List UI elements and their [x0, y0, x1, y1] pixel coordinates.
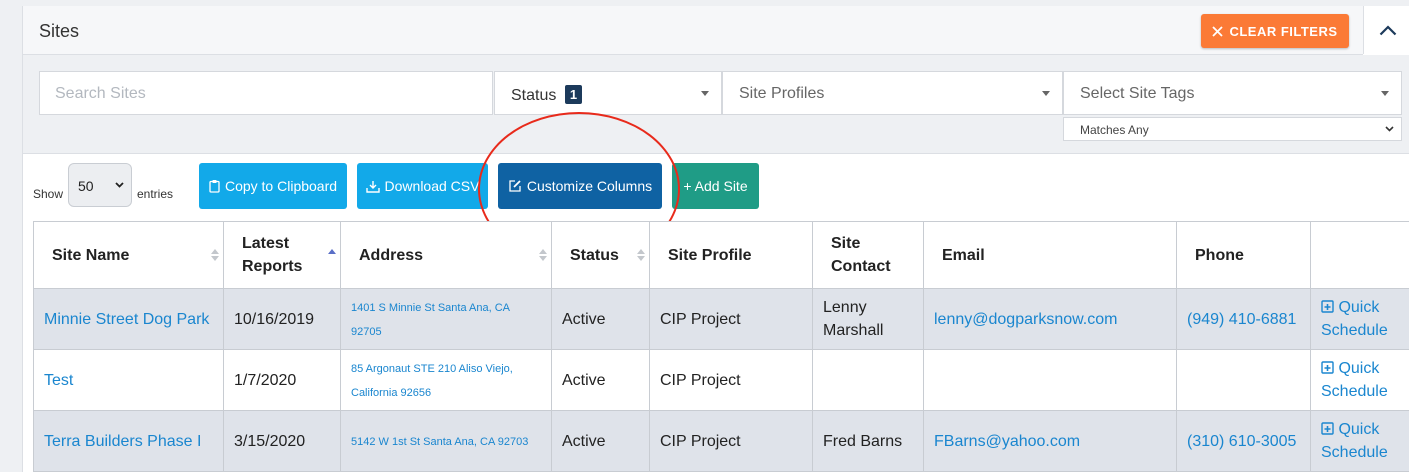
- add-site-button[interactable]: + Add Site: [672, 163, 759, 209]
- column-header-email[interactable]: Email: [923, 221, 1177, 289]
- clear-filters-button[interactable]: CLEAR FILTERS: [1201, 14, 1349, 48]
- sort-icon: [637, 249, 645, 261]
- quick-schedule-link[interactable]: Quick Schedule: [1321, 296, 1399, 342]
- show-label: Show: [33, 187, 64, 201]
- customize-columns-label: Customize Columns: [526, 178, 653, 194]
- column-header-site-profile[interactable]: Site Profile: [649, 221, 813, 289]
- table-row: Minnie Street Dog Park 10/16/2019 1401 S…: [33, 288, 1409, 350]
- site-name-link[interactable]: Terra Builders Phase I: [44, 433, 201, 450]
- column-header-status[interactable]: Status: [551, 221, 650, 289]
- clear-filters-label: CLEAR FILTERS: [1229, 23, 1338, 39]
- site-profiles-placeholder: Site Profiles: [739, 85, 825, 102]
- site-contact-cell: Lenny Marshall: [812, 288, 924, 350]
- column-header-latest-reports[interactable]: Latest Reports: [223, 221, 341, 289]
- phone-link[interactable]: (949) 410-6881: [1187, 311, 1296, 328]
- close-icon: [1212, 25, 1224, 37]
- sort-icon: [539, 249, 547, 261]
- column-header-site-contact[interactable]: Site Contact: [812, 221, 924, 289]
- sites-table: Site Name Latest Reports Address Status …: [33, 221, 1409, 472]
- sort-icon: [328, 249, 336, 261]
- address-link[interactable]: 1401 S Minnie St Santa Ana, CA 92705: [351, 302, 509, 338]
- calendar-plus-icon: [1321, 422, 1334, 435]
- table-header-row: Site Name Latest Reports Address Status …: [33, 221, 1409, 289]
- chevron-down-icon: [1385, 126, 1394, 132]
- caret-down-icon: [1381, 91, 1389, 96]
- site-profile-cell: CIP Project: [649, 349, 813, 411]
- email-link[interactable]: lenny@dogparksnow.com: [934, 311, 1117, 328]
- site-profile-cell: CIP Project: [649, 410, 813, 472]
- copy-to-clipboard-button[interactable]: Copy to Clipboard: [199, 163, 347, 209]
- entries-label: entries: [137, 187, 174, 201]
- site-name-link[interactable]: Test: [44, 372, 73, 389]
- status-filter-label: Status: [511, 87, 557, 104]
- site-profiles-dropdown[interactable]: Site Profiles: [722, 71, 1063, 115]
- column-header-site-name[interactable]: Site Name: [33, 221, 224, 289]
- table-row: Test 1/7/2020 85 Argonaut STE 210 Aliso …: [33, 349, 1409, 411]
- column-header-actions: [1310, 221, 1409, 289]
- address-link[interactable]: 5142 W 1st St Santa Ana, CA 92703: [351, 436, 528, 448]
- clipboard-icon: [209, 180, 220, 193]
- site-contact-cell: Fred Barns: [812, 410, 924, 472]
- site-contact-cell: [812, 349, 924, 411]
- status-filter-dropdown[interactable]: Status 1: [494, 71, 722, 115]
- status-count-badge: 1: [564, 85, 583, 104]
- email-link[interactable]: FBarns@yahoo.com: [934, 433, 1080, 450]
- calendar-plus-icon: [1321, 300, 1334, 313]
- entries-per-page-value: 50: [78, 178, 94, 194]
- status-cell: Active: [551, 349, 650, 411]
- latest-reports-cell: 3/15/2020: [223, 410, 341, 472]
- column-header-phone[interactable]: Phone: [1176, 221, 1311, 289]
- site-profile-cell: CIP Project: [649, 288, 813, 350]
- site-name-link[interactable]: Minnie Street Dog Park: [44, 311, 209, 328]
- chevron-up-icon: [1379, 24, 1396, 35]
- table-row: Terra Builders Phase I 3/15/2020 5142 W …: [33, 410, 1409, 472]
- edit-icon: [509, 180, 521, 192]
- site-tags-dropdown[interactable]: Select Site Tags: [1063, 71, 1402, 115]
- panel-header: Sites CLEAR FILTERS: [23, 6, 1363, 55]
- address-link[interactable]: 85 Argonaut STE 210 Aliso Viejo, Califor…: [351, 363, 513, 399]
- calendar-plus-icon: [1321, 361, 1334, 374]
- download-csv-button[interactable]: Download CSV: [357, 163, 488, 209]
- entries-per-page-select[interactable]: 50: [68, 163, 132, 207]
- caret-down-icon: [701, 91, 709, 96]
- caret-down-icon: [1042, 91, 1050, 96]
- search-input[interactable]: Search Sites: [39, 71, 493, 115]
- latest-reports-cell: 10/16/2019: [223, 288, 341, 350]
- latest-reports-cell: 1/7/2020: [223, 349, 341, 411]
- status-cell: Active: [551, 288, 650, 350]
- customize-columns-button[interactable]: Customize Columns: [498, 163, 662, 209]
- quick-schedule-link[interactable]: Quick Schedule: [1321, 357, 1399, 403]
- sort-icon: [211, 249, 219, 261]
- tag-match-select[interactable]: Matches Any: [1063, 117, 1402, 141]
- site-tags-placeholder: Select Site Tags: [1080, 85, 1195, 102]
- download-csv-label: Download CSV: [384, 178, 480, 194]
- status-cell: Active: [551, 410, 650, 472]
- quick-schedule-link[interactable]: Quick Schedule: [1321, 418, 1399, 464]
- copy-to-clipboard-label: Copy to Clipboard: [224, 178, 338, 194]
- table-toolbar: Show 50 entries Copy to Clipboard Downlo…: [23, 163, 1409, 217]
- page-title: Sites: [39, 21, 80, 41]
- tag-match-value: Matches Any: [1080, 123, 1149, 137]
- filters-bar: Search Sites Status 1 Site Profiles Sele…: [23, 55, 1409, 154]
- column-header-address[interactable]: Address: [340, 221, 552, 289]
- add-site-label: + Add Site: [683, 178, 748, 194]
- chevron-down-icon: [115, 182, 124, 188]
- phone-link[interactable]: (310) 610-3005: [1187, 433, 1296, 450]
- download-icon: [365, 180, 380, 193]
- collapse-panel-button[interactable]: [1363, 6, 1409, 54]
